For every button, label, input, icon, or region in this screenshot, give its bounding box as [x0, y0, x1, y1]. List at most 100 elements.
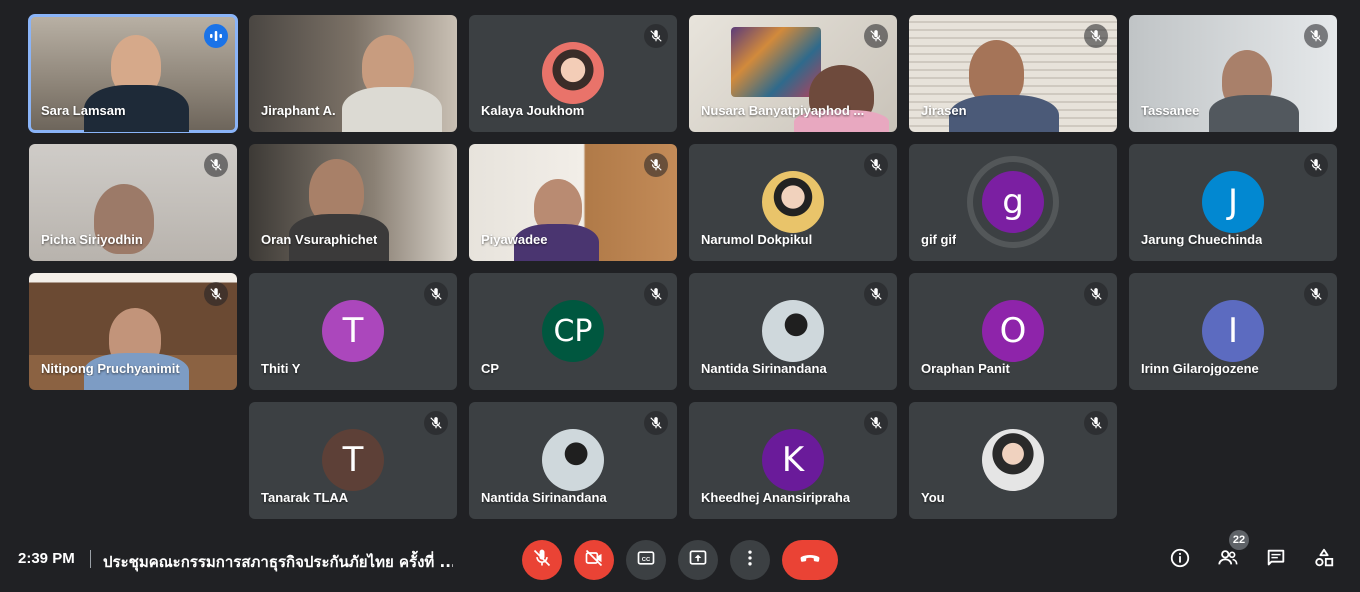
participant-tile[interactable]: Jiraphant A.: [249, 15, 457, 132]
svg-text:CC: CC: [642, 556, 651, 562]
mic-off-icon: [1084, 411, 1108, 435]
participant-tile[interactable]: J Jarung Chuechinda: [1129, 144, 1337, 261]
more-options-icon: [740, 548, 760, 573]
participant-tile[interactable]: I Irinn Gilarojgozene: [1129, 273, 1337, 390]
participant-name: Narumol Dokpikul: [701, 232, 813, 247]
end-call-icon: [798, 546, 822, 575]
participant-video: [1209, 95, 1299, 132]
participant-avatar: [542, 429, 604, 491]
participant-avatar: T: [322, 429, 384, 491]
participant-name: Tassanee: [1141, 103, 1200, 118]
participant-name: Oraphan Panit: [921, 361, 1010, 376]
participant-tile[interactable]: Oran Vsuraphichet: [249, 144, 457, 261]
participant-name: Nitipong Pruchyanimit: [41, 361, 180, 376]
meeting-details-button[interactable]: [1164, 544, 1196, 576]
chat-button[interactable]: [1260, 544, 1292, 576]
participant-avatar: g: [982, 171, 1044, 233]
more-options-button[interactable]: [730, 540, 770, 580]
participant-tile[interactable]: T Thiti Y: [249, 273, 457, 390]
participant-tile[interactable]: Nantida Sirinandana: [469, 402, 677, 519]
divider: [90, 550, 91, 568]
participant-name: Nantida Sirinandana: [481, 490, 607, 505]
participant-tile[interactable]: T Tanarak TLAA: [249, 402, 457, 519]
mic-off-icon: [864, 24, 888, 48]
participant-name: Tanarak TLAA: [261, 490, 349, 505]
participant-tile[interactable]: Nantida Sirinandana: [689, 273, 897, 390]
participant-name: Picha Siriyodhin: [41, 232, 143, 247]
participant-avatar: I: [1202, 300, 1264, 362]
participant-tile[interactable]: Kalaya Joukhom: [469, 15, 677, 132]
participant-tile[interactable]: Piyawadee: [469, 144, 677, 261]
mic-off-icon: [1084, 24, 1108, 48]
mic-off-icon: [1304, 153, 1328, 177]
chat-icon: [1265, 547, 1287, 574]
mic-off-icon: [644, 24, 668, 48]
participant-name: Jiraphant A.: [261, 103, 336, 118]
speaking-indicator-icon: [204, 24, 228, 48]
present-screen-button[interactable]: [678, 540, 718, 580]
participant-tile[interactable]: CP CP: [469, 273, 677, 390]
end-call-button[interactable]: [782, 540, 838, 580]
participant-tile[interactable]: Jirasen: [909, 15, 1117, 132]
participant-count-badge: 22: [1229, 530, 1249, 550]
camera-toggle-button[interactable]: [574, 540, 614, 580]
mic-off-icon: [1084, 282, 1108, 306]
captions-icon: CC: [636, 548, 656, 573]
captions-button[interactable]: CC: [626, 540, 666, 580]
participant-avatar: T: [322, 300, 384, 362]
participant-name: Nusara Banyatpiyaphod ...: [701, 103, 865, 118]
participant-avatar: [762, 300, 824, 362]
info-icon: [1169, 547, 1191, 574]
participant-tile[interactable]: K Kheedhej Anansiripraha: [689, 402, 897, 519]
present-screen-icon: [688, 548, 708, 573]
participant-video: [731, 27, 821, 97]
participant-avatar: [542, 42, 604, 104]
activities-button[interactable]: [1308, 544, 1340, 576]
participant-name: Kheedhej Anansiripraha: [701, 490, 851, 505]
mic-off-icon: [1304, 282, 1328, 306]
participant-name: Jirasen: [921, 103, 967, 118]
participant-tile[interactable]: O Oraphan Panit: [909, 273, 1117, 390]
participant-name: gif gif: [921, 232, 957, 247]
meeting-time: 2:39 PM: [18, 550, 75, 567]
mic-off-icon: [644, 411, 668, 435]
participant-name: Oran Vsuraphichet: [261, 232, 378, 247]
participant-tile[interactable]: Nitipong Pruchyanimit: [29, 273, 237, 390]
bottom-toolbar: 2:39 PM ประชุมคณะกรรมการสภาธุรกิจประกันภ…: [0, 530, 1360, 592]
participant-tile[interactable]: Picha Siriyodhin: [29, 144, 237, 261]
participant-name: Nantida Sirinandana: [701, 361, 827, 376]
participant-video: [342, 87, 442, 132]
activities-icon: [1313, 547, 1335, 574]
people-icon: [1217, 547, 1239, 574]
participant-avatar: [762, 171, 824, 233]
participant-tile[interactable]: g gif gif: [909, 144, 1117, 261]
mic-off-icon: [644, 282, 668, 306]
participant-tile[interactable]: Nusara Banyatpiyaphod ...: [689, 15, 897, 132]
participant-avatar: O: [982, 300, 1044, 362]
microphone-toggle-button[interactable]: [522, 540, 562, 580]
mic-off-icon: [864, 282, 888, 306]
participant-name: Thiti Y: [261, 361, 301, 376]
participant-grid: Sara Lamsam Jiraphant A. Kalaya Joukhom …: [0, 0, 1360, 530]
participant-name: Irinn Gilarojgozene: [1141, 361, 1259, 376]
participant-avatar: CP: [542, 300, 604, 362]
mic-off-icon: [532, 548, 552, 573]
mic-off-icon: [864, 153, 888, 177]
participant-name: Piyawadee: [481, 232, 548, 247]
participant-tile[interactable]: Narumol Dokpikul: [689, 144, 897, 261]
participant-avatar: J: [1202, 171, 1264, 233]
participant-name: Jarung Chuechinda: [1141, 232, 1263, 247]
mic-off-icon: [644, 153, 668, 177]
participant-avatar: [982, 429, 1044, 491]
mic-off-icon: [424, 411, 448, 435]
mic-off-icon: [864, 411, 888, 435]
participant-name: You: [921, 490, 945, 505]
participant-name: CP: [481, 361, 500, 376]
participant-name: Kalaya Joukhom: [481, 103, 585, 118]
camera-off-icon: [584, 548, 604, 573]
participant-tile[interactable]: Tassanee: [1129, 15, 1337, 132]
meeting-title[interactable]: ประชุมคณะกรรมการสภาธุรกิจประกันภัยไทย คร…: [103, 550, 453, 574]
mic-off-icon: [204, 153, 228, 177]
participant-tile[interactable]: You: [909, 402, 1117, 519]
participant-tile[interactable]: Sara Lamsam: [28, 14, 238, 133]
